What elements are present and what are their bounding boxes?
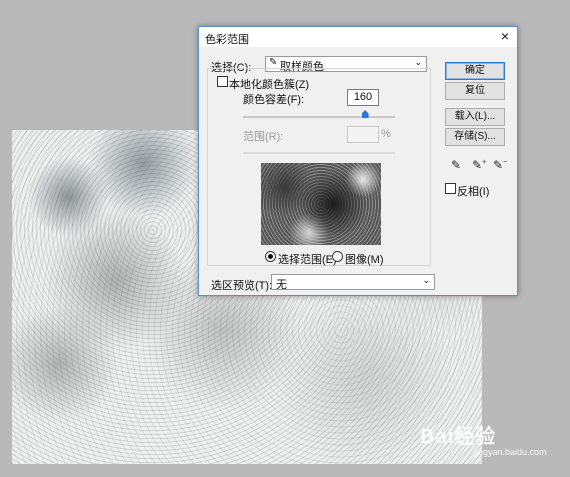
close-icon[interactable]: × — [501, 28, 509, 44]
ok-button[interactable]: 确定 — [445, 62, 505, 80]
selection-preview-label: 选区预览(T): — [211, 280, 273, 292]
dialog-title: 色彩范围 — [205, 34, 249, 46]
chevron-down-icon: ⌄ — [414, 57, 422, 67]
radio-selection-label: 选择范围(E) — [278, 254, 337, 266]
watermark-url: jingyan.baidu.com — [474, 447, 547, 457]
fuzziness-label: 颜色容差(F): — [243, 94, 305, 106]
range-label: 范围(R): — [243, 131, 284, 143]
radio-image[interactable] — [332, 251, 343, 262]
localized-clusters-label: 本地化颜色簇(Z) — [229, 79, 310, 91]
mask-preview-image — [261, 163, 381, 245]
invert-label: 反相(I) — [457, 186, 490, 198]
eyedropper-icon: ✎ — [269, 57, 278, 68]
reset-button[interactable]: 复位 — [445, 82, 505, 100]
color-range-dialog: 色彩范围 × 选择(C): ✎ 取样颜色 ⌄ 本地化颜色簇(Z) 颜色容差(F)… — [198, 26, 518, 296]
range-input[interactable] — [347, 126, 379, 143]
fuzziness-slider-track[interactable] — [243, 116, 395, 118]
chevron-down-icon: ⌄ — [422, 275, 430, 285]
invert-checkbox[interactable] — [445, 183, 456, 194]
eyedropper-plus-icon[interactable]: ✎+ — [472, 158, 486, 172]
selection-preview-dropdown[interactable]: 无 ⌄ — [271, 274, 435, 291]
dialog-titlebar[interactable]: 色彩范围 × — [199, 27, 517, 47]
range-unit: % — [381, 128, 391, 140]
watermark: Bai经验 jingyan.baidu.com — [420, 420, 547, 457]
radio-image-label: 图像(M) — [345, 254, 384, 266]
save-button[interactable]: 存储(S)... — [445, 128, 505, 146]
fuzziness-input[interactable]: 160 — [347, 89, 379, 106]
range-slider-track[interactable] — [243, 152, 395, 154]
load-button[interactable]: 载入(L)... — [445, 108, 505, 126]
eyedropper-minus-icon[interactable]: ✎− — [493, 158, 507, 172]
selection-preview-value: 无 — [276, 279, 287, 291]
eyedropper-icon[interactable]: ✎ — [451, 158, 461, 172]
watermark-brand: Bai经验 — [420, 426, 497, 448]
localized-clusters-checkbox[interactable] — [217, 76, 228, 87]
radio-selection[interactable] — [265, 251, 276, 262]
